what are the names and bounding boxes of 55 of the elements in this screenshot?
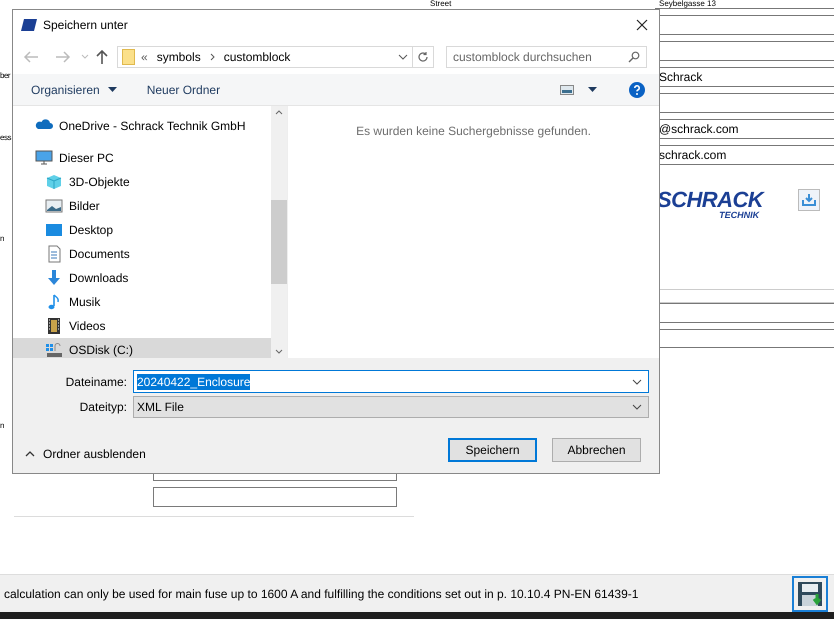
chevron-up-icon: [25, 451, 35, 457]
help-icon[interactable]: [629, 82, 645, 98]
drive-icon: [45, 341, 63, 358]
view-options-icon[interactable]: [560, 84, 574, 94]
dropdown-chevron-icon: [632, 404, 642, 410]
save-icon[interactable]: [792, 576, 828, 612]
cube-icon: [45, 173, 63, 191]
selected-text: 20240422_Enclosure: [137, 374, 250, 390]
field-label: ber: [0, 70, 10, 82]
breadcrumb[interactable]: symbols: [156, 48, 201, 66]
scroll-down-icon[interactable]: [275, 349, 283, 354]
new-folder-button[interactable]: Neuer Ordner: [146, 80, 220, 98]
status-text: calculation can only be used for main fuse up to 1600 A and fulfilling the conditions set out in p. 10.10.4 PN-EN 61439-1: [4, 586, 638, 602]
cancel-button[interactable]: Abbrechen: [552, 438, 641, 462]
down-arrow-icon: [45, 269, 63, 287]
breadcrumb[interactable]: customblock: [224, 48, 290, 66]
caret-icon: [108, 87, 117, 92]
app-logo-icon: [21, 19, 37, 31]
overflow-chevron[interactable]: «: [141, 48, 148, 66]
address-bar[interactable]: « symbols customblock: [117, 46, 434, 68]
filetype-dropdown[interactable]: XML File: [133, 396, 649, 418]
field-label: Dateityp:: [78, 398, 128, 416]
dropdown-chevron-icon[interactable]: [398, 54, 408, 60]
organize-menu[interactable]: Organisieren: [31, 80, 117, 98]
search-input[interactable]: customblock durchsuchen: [453, 48, 628, 66]
save-button[interactable]: Speichern: [448, 438, 537, 462]
input-field[interactable]: Seybelgasse 13: [655, 0, 834, 9]
empty-message: Es wurden keine Suchergebnisse gefunden.: [356, 123, 591, 138]
hide-folders-toggle[interactable]: Ordner ausblenden: [25, 445, 146, 463]
window-title: Speichern unter: [43, 17, 128, 34]
folder-icon: [122, 49, 135, 65]
company-logo: SCHRACK TECHNIK: [657, 189, 764, 220]
caret-icon[interactable]: [588, 87, 597, 92]
up-arrow-icon[interactable]: [95, 49, 109, 65]
close-icon[interactable]: [635, 18, 649, 32]
search-field[interactable]: customblock durchsuchen: [446, 46, 647, 68]
field-label: ess: [0, 132, 11, 144]
field-label: n: [0, 420, 4, 432]
scroll-up-icon[interactable]: [275, 110, 283, 115]
desktop-icon: [45, 221, 63, 239]
dropdown-chevron-icon[interactable]: [632, 378, 642, 384]
nav-item[interactable]: OSDisk (C:): [13, 338, 271, 358]
monitor-icon: [35, 149, 53, 167]
refresh-icon[interactable]: [417, 51, 429, 63]
filename-field[interactable]: 20240422_Enclosure: [133, 370, 649, 393]
picture-icon: [45, 197, 63, 215]
chevron-icon[interactable]: [210, 53, 215, 61]
field-label: Street: [430, 0, 452, 8]
film-icon: [45, 317, 63, 335]
scrollbar[interactable]: [271, 106, 287, 358]
import-icon[interactable]: [798, 189, 820, 211]
search-icon: [628, 51, 640, 63]
field-label: Dateiname:: [64, 374, 128, 390]
input-field[interactable]: [153, 487, 397, 507]
field-label: n: [0, 233, 4, 245]
